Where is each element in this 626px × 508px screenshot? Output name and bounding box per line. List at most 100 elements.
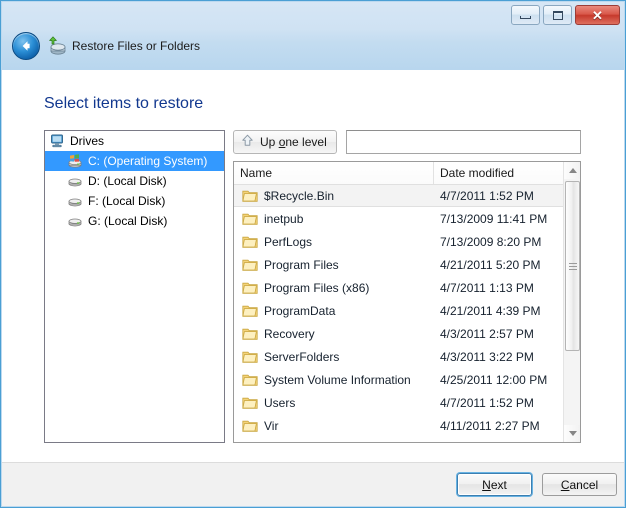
maximize-icon [552, 10, 563, 20]
back-arrow-icon [22, 41, 30, 51]
file-name-cell: System Volume Information [234, 373, 434, 387]
file-date-cell: 4/25/2011 12:00 PM [440, 372, 548, 387]
table-row[interactable]: Users 4/7/2011 1:52 PM [234, 391, 563, 414]
file-name-label: Program Files [264, 257, 339, 272]
folder-icon [242, 304, 258, 318]
file-name-cell: $Recycle.Bin [234, 189, 434, 203]
table-row[interactable]: Program Files 4/21/2011 5:20 PM [234, 253, 563, 276]
restore-files-icon [47, 36, 67, 56]
folder-icon [242, 419, 258, 433]
up-one-level-button[interactable]: Up one level [233, 130, 337, 154]
drive-icon [67, 213, 83, 229]
file-name-cell: Recovery [234, 327, 434, 341]
tree-item-label: Drives [70, 134, 105, 148]
tree-item-label: F: (Local Disk) [88, 194, 166, 208]
file-date-cell: 4/7/2011 1:52 PM [440, 395, 534, 410]
file-name-label: ProgramData [264, 303, 336, 318]
table-row[interactable]: System Volume Information 4/25/2011 12:0… [234, 368, 563, 391]
file-date-cell: 4/21/2011 5:20 PM [440, 257, 541, 272]
file-name-cell: ServerFolders [234, 350, 434, 364]
file-name-label: inetpub [264, 211, 304, 226]
computer-icon [49, 133, 65, 149]
cancel-button[interactable]: Cancel [542, 473, 617, 496]
folder-icon [242, 258, 258, 272]
tree-item-drive-f[interactable]: F: (Local Disk) [45, 191, 224, 211]
scroll-down-arrow-icon[interactable] [564, 425, 580, 442]
drive-icon [67, 173, 83, 189]
file-name-label: Recovery [264, 326, 315, 341]
file-name-cell: Program Files (x86) [234, 281, 434, 295]
folder-icon [242, 235, 258, 249]
file-name-cell: inetpub [234, 212, 434, 226]
scrollbar-grip-icon [568, 262, 577, 270]
dialog-footer: Next Cancel [2, 462, 624, 506]
file-date-cell: 7/13/2009 11:41 PM [440, 211, 548, 226]
file-browser-pane: Up one level Name Date modified $Recycle… [233, 130, 581, 443]
back-button[interactable] [12, 32, 40, 60]
table-row[interactable]: ProgramData 4/21/2011 4:39 PM [234, 299, 563, 322]
table-row[interactable]: inetpub 7/13/2009 11:41 PM [234, 207, 563, 230]
file-name-label: ServerFolders [264, 349, 340, 364]
windows-drive-icon [67, 153, 83, 169]
file-name-cell: Vir [234, 419, 434, 433]
address-input[interactable] [346, 130, 581, 154]
minimize-button[interactable] [511, 5, 540, 25]
scroll-up-arrow-icon[interactable] [564, 162, 580, 179]
file-list[interactable]: Name Date modified $Recycle.Bin 4/7/2011… [233, 161, 581, 443]
column-header-date-modified[interactable]: Date modified [434, 162, 580, 184]
table-row[interactable]: PerfLogs 7/13/2009 8:20 PM [234, 230, 563, 253]
folder-icon [242, 350, 258, 364]
folder-icon [242, 281, 258, 295]
table-row[interactable]: Recovery 4/3/2011 2:57 PM [234, 322, 563, 345]
maximize-button[interactable] [543, 5, 572, 25]
file-date-cell: 4/21/2011 4:39 PM [440, 303, 541, 318]
restore-files-dialog-window: ✕ Restore Files or Folders Select items … [0, 0, 626, 508]
file-name-cell: Program Files [234, 258, 434, 272]
page-title: Select items to restore [44, 95, 204, 112]
vertical-scrollbar[interactable] [563, 162, 580, 442]
window-caption-buttons: ✕ [511, 5, 620, 25]
file-name-label: System Volume Information [264, 372, 411, 387]
close-icon: ✕ [592, 7, 603, 23]
table-row[interactable]: Vir 4/11/2011 2:27 PM [234, 414, 563, 437]
drives-tree-panel[interactable]: Drives C: (Operating System) D: (Local D… [44, 130, 225, 443]
table-row[interactable]: ServerFolders 4/3/2011 3:22 PM [234, 345, 563, 368]
minimize-icon [520, 16, 531, 19]
file-name-cell: Users [234, 396, 434, 410]
tree-item-drives-root[interactable]: Drives [45, 131, 224, 151]
file-name-cell: ProgramData [234, 304, 434, 318]
folder-icon [242, 327, 258, 341]
close-button[interactable]: ✕ [575, 5, 620, 25]
folder-icon [242, 212, 258, 226]
tree-item-label: C: (Operating System) [88, 154, 208, 168]
dialog-body: Select items to restore Drives C: (Opera… [2, 70, 624, 462]
tree-item-drive-g[interactable]: G: (Local Disk) [45, 211, 224, 231]
next-button[interactable]: Next [457, 473, 532, 496]
up-one-level-label: Up one level [260, 135, 327, 149]
table-row[interactable]: Program Files (x86) 4/7/2011 1:13 PM [234, 276, 563, 299]
file-name-label: Users [264, 395, 296, 410]
file-name-cell: PerfLogs [234, 235, 434, 249]
file-date-cell: 4/7/2011 1:13 PM [440, 280, 534, 295]
folder-icon [242, 373, 258, 387]
scrollbar-thumb[interactable] [565, 181, 580, 351]
file-date-cell: 4/3/2011 2:57 PM [440, 326, 534, 341]
up-arrow-icon [240, 133, 255, 151]
tree-item-label: D: (Local Disk) [88, 174, 167, 188]
file-list-rows: $Recycle.Bin 4/7/2011 1:52 PM inetpub 7/… [234, 184, 563, 442]
tree-item-drive-d[interactable]: D: (Local Disk) [45, 171, 224, 191]
file-list-header: Name Date modified [234, 162, 580, 185]
drive-icon [67, 193, 83, 209]
tree-item-drive-c[interactable]: C: (Operating System) [45, 151, 224, 171]
column-header-name[interactable]: Name [234, 162, 434, 184]
folder-icon [242, 189, 258, 203]
file-date-cell: 7/13/2009 8:20 PM [440, 234, 542, 249]
table-row[interactable]: $Recycle.Bin 4/7/2011 1:52 PM [234, 184, 563, 207]
tree-item-label: G: (Local Disk) [88, 214, 168, 228]
file-date-cell: 4/7/2011 1:52 PM [440, 188, 534, 203]
file-browser-toolbar: Up one level [233, 130, 581, 156]
title-bar: ✕ Restore Files or Folders [2, 2, 624, 70]
file-date-cell: 4/11/2011 2:27 PM [440, 418, 540, 433]
file-name-label: PerfLogs [264, 234, 313, 249]
window-title: Restore Files or Folders [72, 39, 201, 53]
